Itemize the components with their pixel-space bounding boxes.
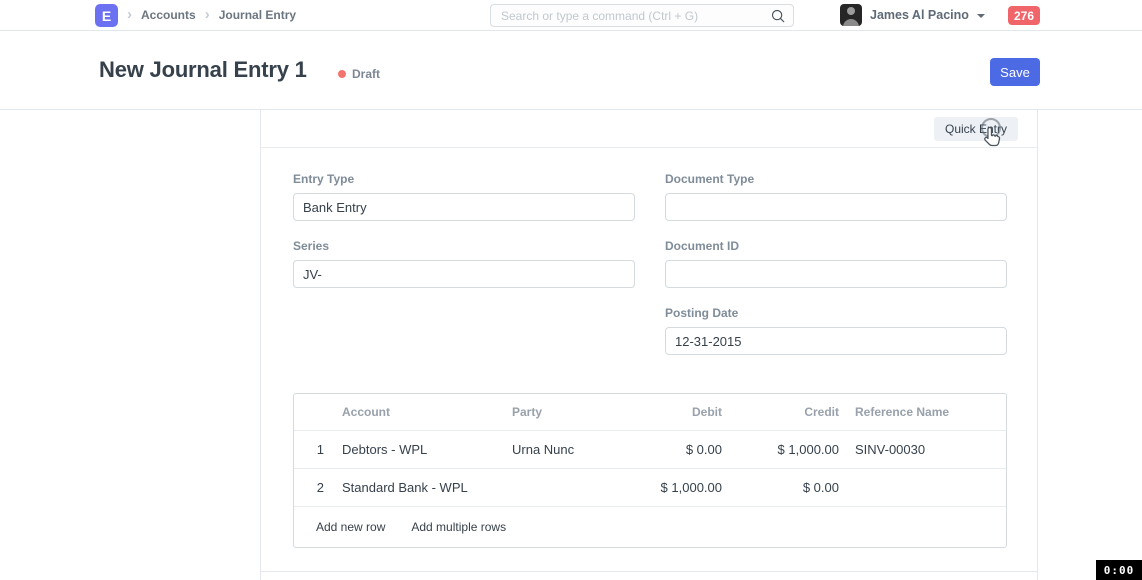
cell-credit[interactable]: $ 1,000.00 xyxy=(722,442,839,457)
cell-credit[interactable]: $ 0.00 xyxy=(722,480,839,495)
field-document-id: Document ID xyxy=(665,239,1007,288)
app-logo-letter: E xyxy=(102,8,111,24)
field-label: Entry Type xyxy=(293,172,635,186)
recording-timer: 0:00 xyxy=(1096,560,1142,580)
field-label: Document ID xyxy=(665,239,1007,253)
chevron-right-icon: › xyxy=(127,7,132,24)
page-head: New Journal Entry 1 Draft Save xyxy=(0,31,1142,110)
column-credit: Credit xyxy=(722,405,839,419)
cell-debit[interactable]: $ 1,000.00 xyxy=(622,480,722,495)
global-search xyxy=(490,4,794,27)
field-series: Series xyxy=(293,239,635,288)
field-label: Series xyxy=(293,239,635,253)
add-new-row-button[interactable]: Add new row xyxy=(316,520,385,534)
section-divider xyxy=(261,571,1037,572)
cell-account[interactable]: Standard Bank - WPL xyxy=(342,480,512,495)
cell-reference-name[interactable]: SINV-00030 xyxy=(839,442,1006,457)
cell-account[interactable]: Debtors - WPL xyxy=(342,442,512,457)
navbar: E › Accounts › Journal Entry James Al Pa… xyxy=(0,0,1142,31)
column-party: Party xyxy=(512,405,622,419)
add-multiple-rows-button[interactable]: Add multiple rows xyxy=(411,520,506,534)
save-button[interactable]: Save xyxy=(990,58,1040,86)
cell-party[interactable]: Urna Nunc xyxy=(512,442,622,457)
cell-debit[interactable]: $ 0.00 xyxy=(622,442,722,457)
breadcrumb-journal-entry[interactable]: Journal Entry xyxy=(219,8,296,22)
field-posting-date: Posting Date xyxy=(665,306,1007,355)
draft-dot-icon xyxy=(338,70,346,78)
status-badge: Draft xyxy=(338,67,380,81)
table-row[interactable]: 1 Debtors - WPL Urna Nunc $ 0.00 $ 1,000… xyxy=(294,431,1006,469)
document-id-input[interactable] xyxy=(665,260,1007,288)
quick-entry-button[interactable]: Quick Entry xyxy=(934,117,1018,141)
notification-badge[interactable]: 276 xyxy=(1008,6,1040,25)
field-label: Document Type xyxy=(665,172,1007,186)
table-row[interactable]: 2 Standard Bank - WPL $ 1,000.00 $ 0.00 xyxy=(294,469,1006,507)
chevron-down-icon xyxy=(977,14,985,18)
column-account: Account xyxy=(342,405,512,419)
field-entry-type: Entry Type xyxy=(293,172,635,221)
grid-header-row: Account Party Debit Credit Reference Nam… xyxy=(294,394,1006,431)
form-section: Entry Type Series Document Type Document… xyxy=(261,148,1037,373)
form-layout: Quick Entry Entry Type Series Document T… xyxy=(260,110,1038,580)
search-input[interactable] xyxy=(491,5,793,26)
user-name: James Al Pacino xyxy=(870,8,969,22)
entry-type-input[interactable] xyxy=(293,193,635,221)
document-type-input[interactable] xyxy=(665,193,1007,221)
series-input[interactable] xyxy=(293,260,635,288)
posting-date-input[interactable] xyxy=(665,327,1007,355)
app-logo[interactable]: E xyxy=(95,4,118,27)
column-debit: Debit xyxy=(622,405,722,419)
status-label: Draft xyxy=(352,67,380,81)
page-title: New Journal Entry 1 xyxy=(99,57,307,83)
form-column-left: Entry Type Series xyxy=(293,172,635,373)
grid-footer: Add new row Add multiple rows xyxy=(294,507,1006,547)
journal-entry-page: { "navbar": { "logo_letter": "E", "chevr… xyxy=(0,0,1142,580)
column-reference-name: Reference Name xyxy=(839,405,1006,419)
row-index: 1 xyxy=(294,442,342,457)
breadcrumb-accounts[interactable]: Accounts xyxy=(141,8,196,22)
chevron-right-icon: › xyxy=(205,7,210,24)
form-column-right: Document Type Document ID Posting Date xyxy=(665,172,1007,373)
avatar xyxy=(840,4,862,26)
user-menu[interactable]: James Al Pacino xyxy=(840,0,985,30)
form-toolbar: Quick Entry xyxy=(261,110,1037,148)
search-icon xyxy=(770,8,786,29)
accounting-entries-grid: Account Party Debit Credit Reference Nam… xyxy=(293,393,1007,548)
field-document-type: Document Type xyxy=(665,172,1007,221)
breadcrumb: › Accounts › Journal Entry xyxy=(127,0,296,30)
row-index: 2 xyxy=(294,480,342,495)
field-label: Posting Date xyxy=(665,306,1007,320)
